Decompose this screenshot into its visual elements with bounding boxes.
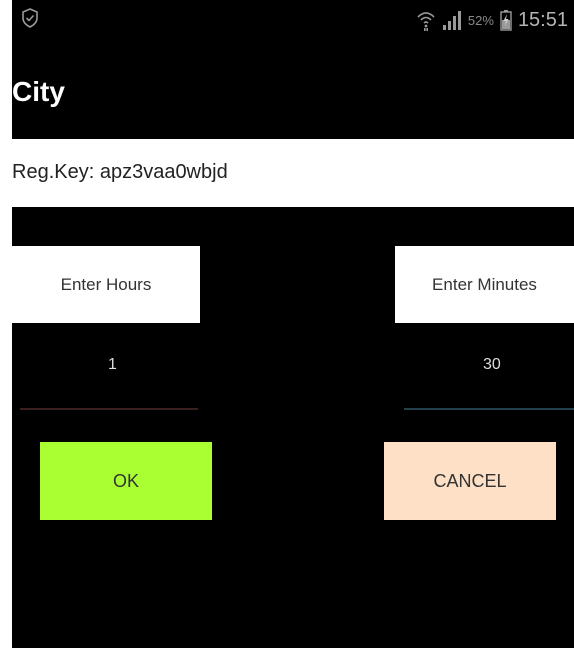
registration-key-text: Reg.Key: apz3vaa0wbjd: [12, 161, 228, 183]
cancel-button[interactable]: CANCEL: [384, 442, 556, 520]
hours-label: Enter Hours: [12, 246, 200, 323]
minutes-input-underline: [404, 408, 574, 410]
app-screen: 52% 15:51 City Reg.Key: apz3vaa0wbjd Ent…: [12, 0, 574, 648]
hours-input[interactable]: 1: [108, 356, 117, 374]
status-right-group: 52% 15:51: [416, 8, 568, 32]
ok-button[interactable]: OK: [40, 442, 212, 520]
page-title: City: [12, 76, 65, 107]
signal-icon: [442, 11, 461, 30]
battery-percent: 52%: [467, 12, 494, 28]
status-bar: 52% 15:51: [12, 0, 574, 40]
minutes-label: Enter Minutes: [395, 246, 574, 323]
status-time: 15:51: [517, 8, 568, 31]
shield-check-icon: [22, 8, 38, 28]
registration-bar: Reg.Key: apz3vaa0wbjd: [12, 139, 574, 207]
hours-input-underline: [20, 408, 198, 410]
minutes-input[interactable]: 30: [483, 356, 501, 374]
wifi-icon: [417, 12, 435, 31]
battery-charging-icon: [500, 10, 512, 31]
